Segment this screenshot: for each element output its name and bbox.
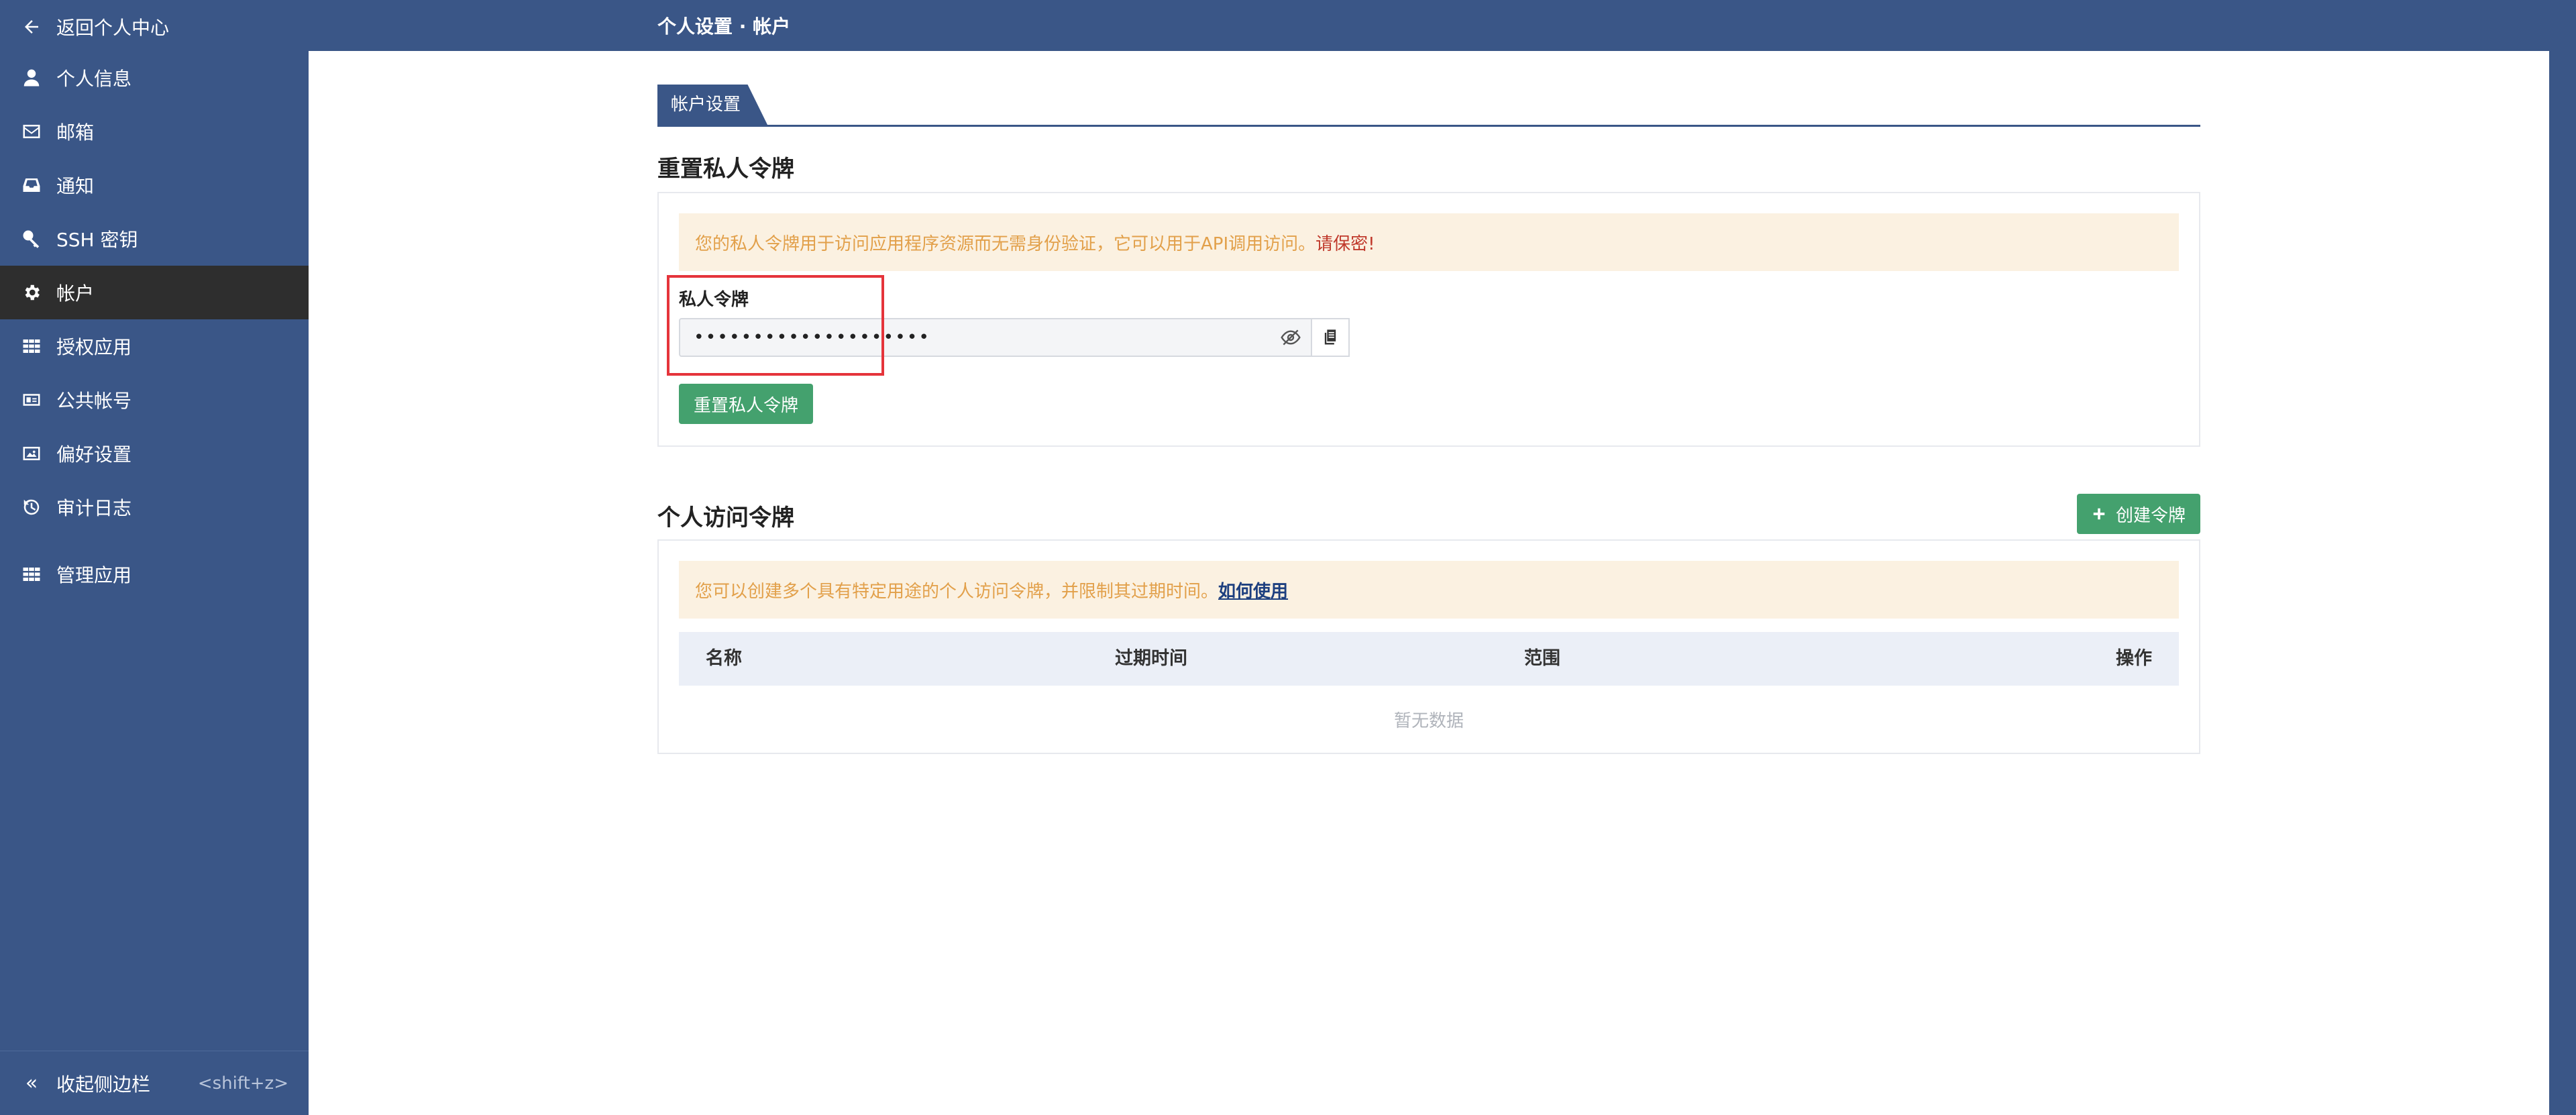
sidebar-item-manage-apps[interactable]: 管理应用 — [0, 547, 309, 601]
alert-warning: 请保密! — [1316, 233, 1375, 254]
sidebar-item-public-accounts[interactable]: 公共帐号 — [0, 373, 309, 427]
image-icon — [20, 442, 43, 465]
sidebar-item-label: 个人信息 — [56, 68, 132, 90]
access-tokens-info-alert: 您可以创建多个具有特定用途的个人访问令牌，并限制其过期时间。 如何使用 — [679, 561, 2179, 619]
sidebar-item-notifications[interactable]: 通知 — [0, 158, 309, 212]
create-token-button[interactable]: 创建令牌 — [2076, 494, 2200, 534]
column-header-name: 名称 — [706, 648, 742, 669]
plus-icon — [2093, 508, 2105, 520]
user-icon — [20, 66, 43, 89]
shortcut-hint: <shift+z> — [197, 1073, 288, 1094]
copy-icon — [1324, 329, 1336, 345]
sidebar-item-label: 公共帐号 — [56, 390, 132, 412]
collapse-sidebar-button[interactable]: « 收起侧边栏 <shift+z> — [0, 1051, 309, 1115]
sidebar-item-label: 帐户 — [56, 282, 95, 305]
grid-icon — [20, 335, 43, 358]
collapse-label: 收起侧边栏 — [56, 1073, 151, 1096]
toggle-visibility-button[interactable] — [1271, 319, 1311, 356]
sidebar-item-profile[interactable]: 个人信息 — [0, 51, 309, 105]
sidebar-item-label: 通知 — [56, 175, 95, 197]
reset-token-heading: 重置私人令牌 — [657, 156, 794, 182]
private-token-input[interactable] — [680, 319, 1271, 356]
mail-icon — [20, 120, 43, 143]
copy-token-button[interactable] — [1311, 318, 1350, 357]
private-token-field — [679, 318, 1350, 357]
tab-account-settings: 帐户设置 — [657, 85, 768, 125]
token-info-alert: 您的私人令牌用于访问应用程序资源而无需身份验证，它可以用于API调用访问。 请保密… — [679, 213, 2179, 271]
column-header-actions: 操作 — [2116, 648, 2152, 669]
sidebar-item-authorized-apps[interactable]: 授权应用 — [0, 319, 309, 373]
back-to-profile-link[interactable]: 返回个人中心 — [0, 0, 309, 54]
column-header-expiry: 过期时间 — [1115, 648, 1187, 669]
tokens-table-header: 名称 过期时间 范围 操作 — [679, 632, 2179, 686]
access-tokens-card: 您可以创建多个具有特定用途的个人访问令牌，并限制其过期时间。 如何使用 名称 过期… — [657, 539, 2200, 754]
access-tokens-heading: 个人访问令牌 — [657, 505, 794, 531]
reset-token-button-label: 重置私人令牌 — [694, 395, 799, 416]
sidebar-item-label: 审计日志 — [56, 497, 132, 519]
sidebar-item-preferences[interactable]: 偏好设置 — [0, 427, 309, 480]
create-token-button-label: 创建令牌 — [2115, 505, 2186, 526]
reset-token-card: 您的私人令牌用于访问应用程序资源而无需身份验证，它可以用于API调用访问。 请保密… — [657, 192, 2200, 447]
sidebar: 返回个人中心 个人信息 邮箱 通知 SSH 密钥 帐户 授权应用 公共帐号 偏好… — [0, 0, 309, 1115]
account-settings-tab-bar: 帐户设置 — [657, 85, 2200, 127]
alert-text: 您可以创建多个具有特定用途的个人访问令牌，并限制其过期时间。 — [695, 581, 1219, 602]
id-card-icon — [20, 388, 43, 411]
page-header: 个人设置 · 帐户 — [309, 0, 2576, 51]
sidebar-item-audit-log[interactable]: 审计日志 — [0, 480, 309, 534]
sidebar-item-label: 邮箱 — [56, 121, 95, 144]
right-gutter — [2549, 51, 2576, 1115]
empty-state-text: 暂无数据 — [1393, 711, 1464, 731]
sidebar-item-label: SSH 密钥 — [56, 229, 138, 251]
sidebar-item-label: 偏好设置 — [56, 443, 132, 466]
back-label: 返回个人中心 — [56, 17, 170, 39]
inbox-icon — [20, 174, 43, 197]
page-title: 个人设置 · 帐户 — [657, 15, 791, 38]
eye-slash-icon — [1281, 329, 1301, 346]
sidebar-item-account[interactable]: 帐户 — [0, 266, 309, 319]
history-icon — [20, 496, 43, 519]
reset-token-button[interactable]: 重置私人令牌 — [679, 384, 814, 424]
double-chevron-left-icon: « — [25, 1071, 38, 1095]
gear-icon — [20, 281, 43, 304]
main-content: 帐户设置 重置私人令牌 您的私人令牌用于访问应用程序资源而无需身份验证，它可以用… — [309, 51, 2549, 1115]
private-token-label: 私人令牌 — [679, 290, 749, 310]
sidebar-item-label: 管理应用 — [56, 564, 132, 586]
sidebar-item-label: 授权应用 — [56, 336, 132, 358]
sidebar-item-email[interactable]: 邮箱 — [0, 105, 309, 158]
alert-text: 您的私人令牌用于访问应用程序资源而无需身份验证，它可以用于API调用访问。 — [695, 233, 1316, 254]
grid-icon — [20, 563, 43, 586]
column-header-scope: 范围 — [1524, 648, 1560, 669]
how-to-use-link[interactable]: 如何使用 — [1218, 578, 1288, 602]
key-icon — [20, 227, 43, 250]
sidebar-item-ssh-keys[interactable]: SSH 密钥 — [0, 212, 309, 266]
arrow-left-icon — [20, 15, 43, 38]
